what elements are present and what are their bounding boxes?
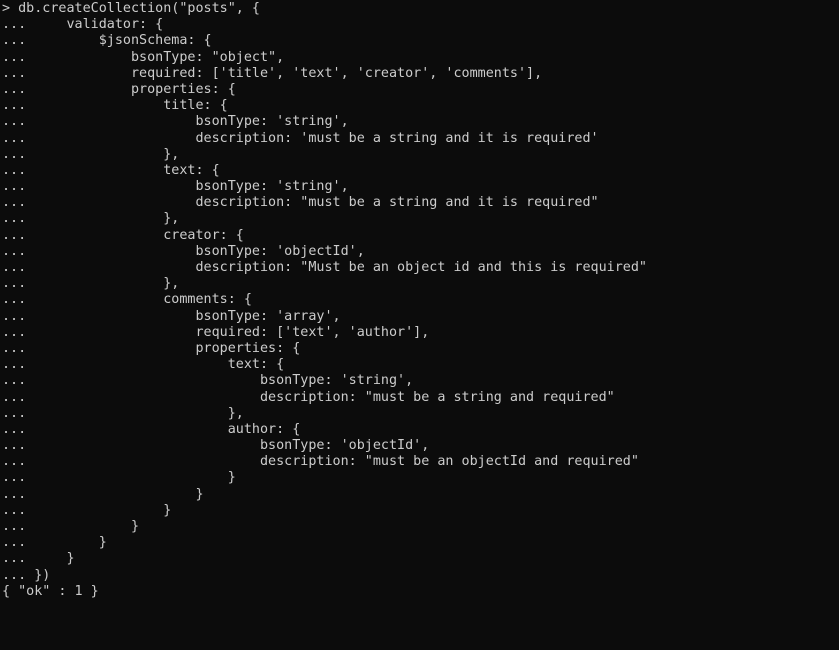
terminal-line: ... }, (2, 276, 180, 292)
terminal-line: ... bsonType: 'array', (2, 308, 341, 324)
terminal-line: ... }) (2, 567, 51, 583)
terminal-line: ... } (2, 486, 204, 502)
terminal-line: ... bsonType: "object", (2, 49, 285, 65)
terminal-line: ... title: { (2, 98, 228, 114)
terminal-line: ... bsonType: 'string', (2, 373, 414, 389)
terminal-line: ... } (2, 470, 236, 486)
terminal-line: ... description: "must be a string and i… (2, 195, 599, 211)
terminal-line: ... bsonType: 'objectId', (2, 438, 430, 454)
terminal-line: ... creator: { (2, 227, 244, 243)
terminal-line: ... required: ['text', 'author'], (2, 324, 430, 340)
terminal-line: ... text: { (2, 357, 285, 373)
terminal-output: > db.createCollection("posts", { ... val… (0, 0, 839, 600)
terminal-line: ... description: "must be a string and r… (2, 389, 615, 405)
terminal-line: ... }, (2, 211, 180, 227)
terminal-line: ... } (2, 519, 140, 534)
terminal-line: ... } (2, 502, 172, 518)
terminal-line: ... required: ['title', 'text', 'creator… (2, 65, 543, 81)
terminal-result: { "ok" : 1 } (2, 583, 99, 599)
terminal-line: ... bsonType: 'string', (2, 114, 349, 130)
terminal-line: ... }, (2, 405, 244, 421)
terminal-line: ... $jsonSchema: { (2, 33, 212, 49)
terminal-line: ... validator: { (2, 17, 164, 33)
terminal-line: > db.createCollection("posts", { (2, 1, 260, 16)
terminal-line: ... description: "must be an objectId an… (2, 454, 639, 470)
terminal-line: ... bsonType: 'objectId', (2, 243, 365, 259)
terminal-line: ... comments: { (2, 292, 252, 308)
terminal-line: ... } (2, 551, 75, 567)
terminal-line: ... properties: { (2, 81, 236, 97)
terminal-line: ... description: "Must be an object id a… (2, 260, 647, 275)
terminal-line: ... description: 'must be a string and i… (2, 130, 599, 146)
terminal-line: ... properties: { (2, 340, 301, 356)
terminal-line: ... author: { (2, 421, 301, 437)
terminal-line: ... text: { (2, 162, 220, 178)
terminal-line: ... }, (2, 146, 180, 162)
terminal-window: > db.createCollection("posts", { ... val… (0, 0, 839, 650)
terminal-line: ... bsonType: 'string', (2, 179, 349, 195)
terminal-line: ... } (2, 535, 107, 551)
